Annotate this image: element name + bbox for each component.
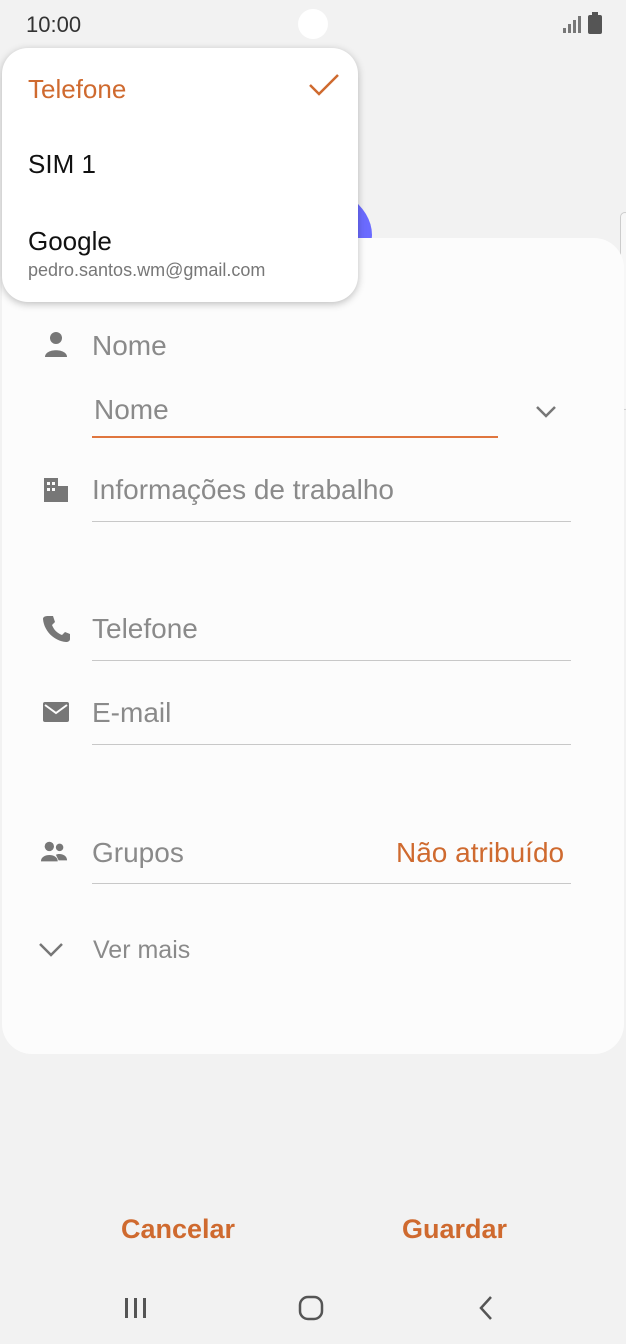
- email-field[interactable]: E-mail: [92, 697, 171, 729]
- building-icon: [44, 478, 68, 502]
- home-icon[interactable]: [297, 1294, 325, 1322]
- phone-icon: [43, 616, 70, 642]
- groups-value[interactable]: Não atribuído: [396, 837, 564, 869]
- account-dropdown: Telefone SIM 1 Google pedro.santos.wm@gm…: [2, 48, 358, 302]
- work-info-field[interactable]: Informações de trabalho: [92, 474, 394, 506]
- name-input[interactable]: Nome: [94, 394, 169, 426]
- divider: [92, 883, 571, 884]
- back-icon[interactable]: [476, 1294, 496, 1322]
- status-bar: 10:00: [0, 0, 626, 48]
- divider: [92, 660, 571, 661]
- save-button[interactable]: Guardar: [402, 1214, 507, 1245]
- divider: [92, 744, 571, 745]
- recent-apps-icon[interactable]: [122, 1296, 150, 1320]
- name-section-label: Nome: [92, 330, 167, 361]
- battery-icon: [588, 12, 602, 34]
- dropdown-item-sim1[interactable]: SIM 1: [28, 149, 96, 180]
- signal-icon: [563, 16, 581, 33]
- check-icon: [309, 74, 339, 96]
- mail-icon: [43, 702, 69, 722]
- dropdown-item-telefone[interactable]: Telefone: [28, 74, 126, 105]
- name-input-underline: [92, 436, 498, 438]
- chevron-down-icon[interactable]: [534, 402, 558, 422]
- divider: [92, 521, 571, 522]
- cancel-button[interactable]: Cancelar: [121, 1214, 235, 1245]
- person-icon: [45, 332, 67, 357]
- front-camera: [298, 9, 328, 39]
- phone-field[interactable]: Telefone: [92, 613, 198, 645]
- chevron-down-icon[interactable]: [38, 938, 64, 960]
- group-icon: [40, 841, 68, 862]
- dropdown-item-google[interactable]: Google: [28, 226, 112, 257]
- status-time: 10:00: [26, 12, 82, 37]
- groups-label[interactable]: Grupos: [92, 837, 184, 869]
- dropdown-item-google-email: pedro.santos.wm@gmail.com: [28, 260, 266, 280]
- see-more-button[interactable]: Ver mais: [93, 936, 190, 965]
